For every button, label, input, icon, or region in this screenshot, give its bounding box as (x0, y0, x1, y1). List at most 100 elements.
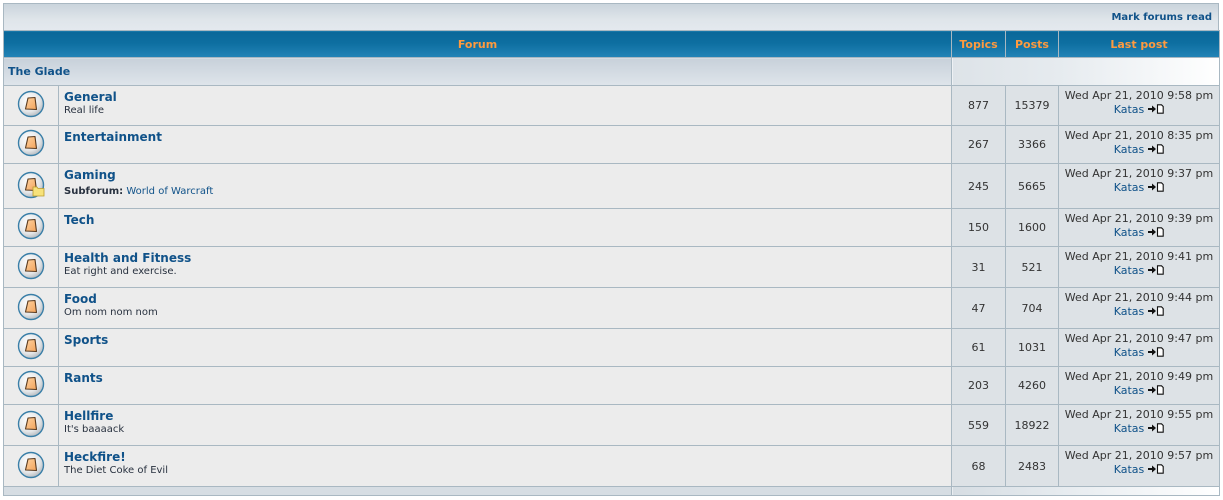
column-header-forum: Forum (3, 30, 952, 58)
forum-row: Sports 61 1031 Wed Apr 21, 2010 9:47 pm Kata… (3, 328, 1220, 367)
topics-count: 245 (951, 163, 1006, 209)
forum-name-link[interactable]: Rants (64, 371, 103, 385)
forum-name-link[interactable]: Heckfire! (64, 450, 126, 464)
last-post-author-link[interactable]: Katas (1114, 226, 1145, 239)
posts-count: 18922 (1005, 404, 1059, 446)
column-header-last-post: Last post (1058, 30, 1220, 58)
mark-forums-read-link[interactable]: Mark forums read (1111, 12, 1212, 23)
top-toolbar: Mark forums read (3, 3, 1219, 30)
view-latest-post-icon[interactable] (1148, 464, 1165, 478)
forum-row: General Real life 877 15379 Wed Apr 21, 2010… (3, 85, 1220, 126)
topics-count: 877 (951, 85, 1006, 126)
table-header: Forum Topics Posts Last post (3, 30, 1220, 58)
last-post-date: Wed Apr 21, 2010 9:47 pm (1064, 332, 1214, 345)
forum-name-link[interactable]: Tech (64, 213, 94, 227)
forum-info: Rants (58, 366, 952, 405)
view-latest-post-icon[interactable] (1148, 265, 1165, 279)
view-latest-post-icon[interactable] (1148, 104, 1165, 118)
forum-row: Heckfire! The Diet Coke of Evil 68 2483 Wed … (3, 445, 1220, 487)
forum-read-icon (16, 450, 46, 480)
forum-read-icon (16, 251, 46, 281)
view-latest-post-icon[interactable] (1148, 182, 1165, 196)
forum-read-icon (16, 331, 46, 361)
topics-count: 68 (951, 445, 1006, 487)
last-post-date: Wed Apr 21, 2010 9:49 pm (1064, 370, 1214, 383)
column-header-posts: Posts (1005, 30, 1059, 58)
posts-count: 704 (1005, 287, 1059, 329)
last-post-date: Wed Apr 21, 2010 9:44 pm (1064, 291, 1214, 304)
last-post-date: Wed Apr 21, 2010 9:57 pm (1064, 449, 1214, 462)
forum-name-link[interactable]: General (64, 90, 117, 104)
forum-info: Sports (58, 328, 952, 367)
forum-name-link[interactable]: Gaming (64, 168, 116, 182)
last-post-author-link[interactable]: Katas (1114, 305, 1145, 318)
topics-count: 559 (951, 404, 1006, 446)
last-post-author-link[interactable]: Katas (1114, 463, 1145, 476)
view-latest-post-icon[interactable] (1148, 144, 1165, 158)
last-post-date: Wed Apr 21, 2010 9:37 pm (1064, 167, 1214, 180)
subforum-line: Subforum: World of Warcraft (64, 186, 947, 197)
posts-count: 2483 (1005, 445, 1059, 487)
posts-count: 521 (1005, 246, 1059, 288)
forum-index: Mark forums read Forum Topics Posts Last… (3, 3, 1220, 496)
column-header-topics: Topics (951, 30, 1006, 58)
last-post-cell: Wed Apr 21, 2010 9:47 pm Katas (1058, 328, 1220, 367)
category-row: The Glade (3, 57, 1220, 86)
last-post-date: Wed Apr 21, 2010 8:35 pm (1064, 129, 1214, 142)
category-name[interactable]: The Glade (3, 57, 952, 86)
forum-read-icon (16, 369, 46, 399)
forum-read-icon (16, 128, 46, 158)
last-post-cell: Wed Apr 21, 2010 9:58 pm Katas (1058, 85, 1220, 126)
last-post-cell: Wed Apr 21, 2010 9:57 pm Katas (1058, 445, 1220, 487)
forum-row: Entertainment 267 3366 Wed Apr 21, 2010 8:3… (3, 125, 1220, 164)
forum-info: Entertainment (58, 125, 952, 164)
subforum-link[interactable]: World of Warcraft (126, 186, 213, 197)
topics-count: 47 (951, 287, 1006, 329)
topics-count: 150 (951, 208, 1006, 247)
topics-count: 31 (951, 246, 1006, 288)
last-post-cell: Wed Apr 21, 2010 9:49 pm Katas (1058, 366, 1220, 405)
posts-count: 5665 (1005, 163, 1059, 209)
topics-count: 267 (951, 125, 1006, 164)
forum-name-link[interactable]: Hellfire (64, 409, 113, 423)
forum-description: Real life (64, 105, 104, 116)
last-post-author-link[interactable]: Katas (1114, 143, 1145, 156)
topics-count: 203 (951, 366, 1006, 405)
forum-subforum-icon (16, 170, 46, 200)
last-post-cell: Wed Apr 21, 2010 9:44 pm Katas (1058, 287, 1220, 329)
table-footer (3, 486, 1220, 496)
forum-name-link[interactable]: Entertainment (64, 130, 162, 144)
last-post-author-link[interactable]: Katas (1114, 346, 1145, 359)
last-post-date: Wed Apr 21, 2010 9:39 pm (1064, 212, 1214, 225)
view-latest-post-icon[interactable] (1148, 385, 1165, 399)
forum-description: The Diet Coke of Evil (64, 465, 168, 476)
last-post-author-link[interactable]: Katas (1114, 264, 1145, 277)
posts-count: 1031 (1005, 328, 1059, 367)
last-post-cell: Wed Apr 21, 2010 9:41 pm Katas (1058, 246, 1220, 288)
view-latest-post-icon[interactable] (1148, 227, 1165, 241)
topics-count: 61 (951, 328, 1006, 367)
forum-row: Tech 150 1600 Wed Apr 21, 2010 9:39 pm Katas (3, 208, 1220, 247)
view-latest-post-icon[interactable] (1148, 423, 1165, 437)
last-post-cell: Wed Apr 21, 2010 9:55 pm Katas (1058, 404, 1220, 446)
forum-row: Food Om nom nom nom 47 704 Wed Apr 21, 2010 … (3, 287, 1220, 329)
forum-name-link[interactable]: Sports (64, 333, 108, 347)
forum-read-icon (16, 211, 46, 241)
forum-name-link[interactable]: Food (64, 292, 97, 306)
forum-description: Om nom nom nom (64, 307, 158, 318)
posts-count: 1600 (1005, 208, 1059, 247)
last-post-author-link[interactable]: Katas (1114, 103, 1145, 116)
view-latest-post-icon[interactable] (1148, 347, 1165, 361)
last-post-author-link[interactable]: Katas (1114, 384, 1145, 397)
forum-info: Heckfire! The Diet Coke of Evil (58, 445, 952, 487)
view-latest-post-icon[interactable] (1148, 306, 1165, 320)
forum-name-link[interactable]: Health and Fitness (64, 251, 191, 265)
forum-row: Gaming Subforum: World of Warcraft 245 5665… (3, 163, 1220, 209)
forum-description: Eat right and exercise. (64, 266, 177, 277)
forum-info: Food Om nom nom nom (58, 287, 952, 329)
last-post-cell: Wed Apr 21, 2010 9:39 pm Katas (1058, 208, 1220, 247)
forum-info: General Real life (58, 85, 952, 126)
last-post-author-link[interactable]: Katas (1114, 422, 1145, 435)
subforum-label: Subforum: (64, 186, 124, 197)
last-post-author-link[interactable]: Katas (1114, 181, 1145, 194)
